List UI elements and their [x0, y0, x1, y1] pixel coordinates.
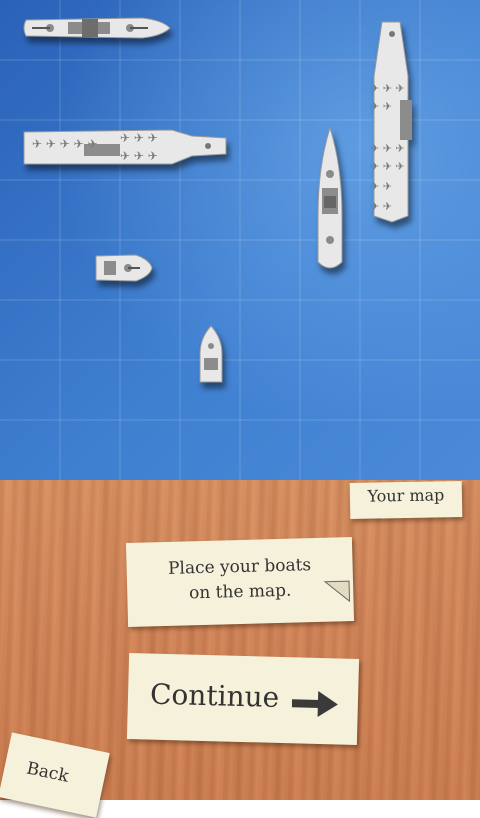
game-map[interactable]: ✈ ✈ ✈ ✈ ✈ ✈ ✈ ✈ ✈ ✈ ✈ ✈ ✈ ✈ ✈ ✈ ✈ ✈ ✈ ✈ ✈ …: [0, 0, 480, 480]
svg-text:✈ ✈ ✈: ✈ ✈ ✈: [370, 82, 405, 95]
aircraft-carrier-horizontal[interactable]: ✈ ✈ ✈ ✈ ✈ ✈ ✈ ✈ ✈ ✈ ✈: [22, 126, 230, 172]
instruction-line-2: on the map.: [188, 580, 292, 604]
svg-text:✈ ✈: ✈ ✈: [370, 200, 392, 213]
continue-button[interactable]: Continue: [126, 653, 360, 745]
destroyer[interactable]: [92, 250, 154, 286]
svg-text:✈ ✈: ✈ ✈: [370, 100, 392, 113]
your-map-label: Your map: [367, 485, 445, 506]
back-label: Back: [24, 758, 71, 787]
aircraft-carrier-vertical[interactable]: ✈ ✈ ✈ ✈ ✈ ✈ ✈ ✈ ✈ ✈ ✈ ✈ ✈ ✈ ✈: [364, 20, 418, 226]
cruiser[interactable]: [312, 126, 348, 276]
folded-corner-icon: [323, 580, 351, 603]
patrol-boat[interactable]: [196, 324, 226, 388]
svg-text:✈ ✈ ✈ ✈ ✈: ✈ ✈ ✈ ✈ ✈: [32, 137, 98, 151]
continue-label: Continue: [149, 677, 280, 714]
arrow-right-icon: [291, 690, 338, 717]
your-map-tab[interactable]: Your map: [349, 481, 463, 519]
svg-text:✈ ✈ ✈: ✈ ✈ ✈: [120, 131, 158, 145]
battleship[interactable]: [22, 10, 172, 46]
instruction-card: Place your boats on the map.: [125, 537, 355, 627]
svg-text:✈ ✈: ✈ ✈: [370, 180, 392, 193]
svg-text:✈ ✈ ✈: ✈ ✈ ✈: [370, 160, 405, 173]
svg-text:✈ ✈ ✈: ✈ ✈ ✈: [120, 149, 158, 163]
svg-text:✈ ✈ ✈: ✈ ✈ ✈: [370, 142, 405, 155]
